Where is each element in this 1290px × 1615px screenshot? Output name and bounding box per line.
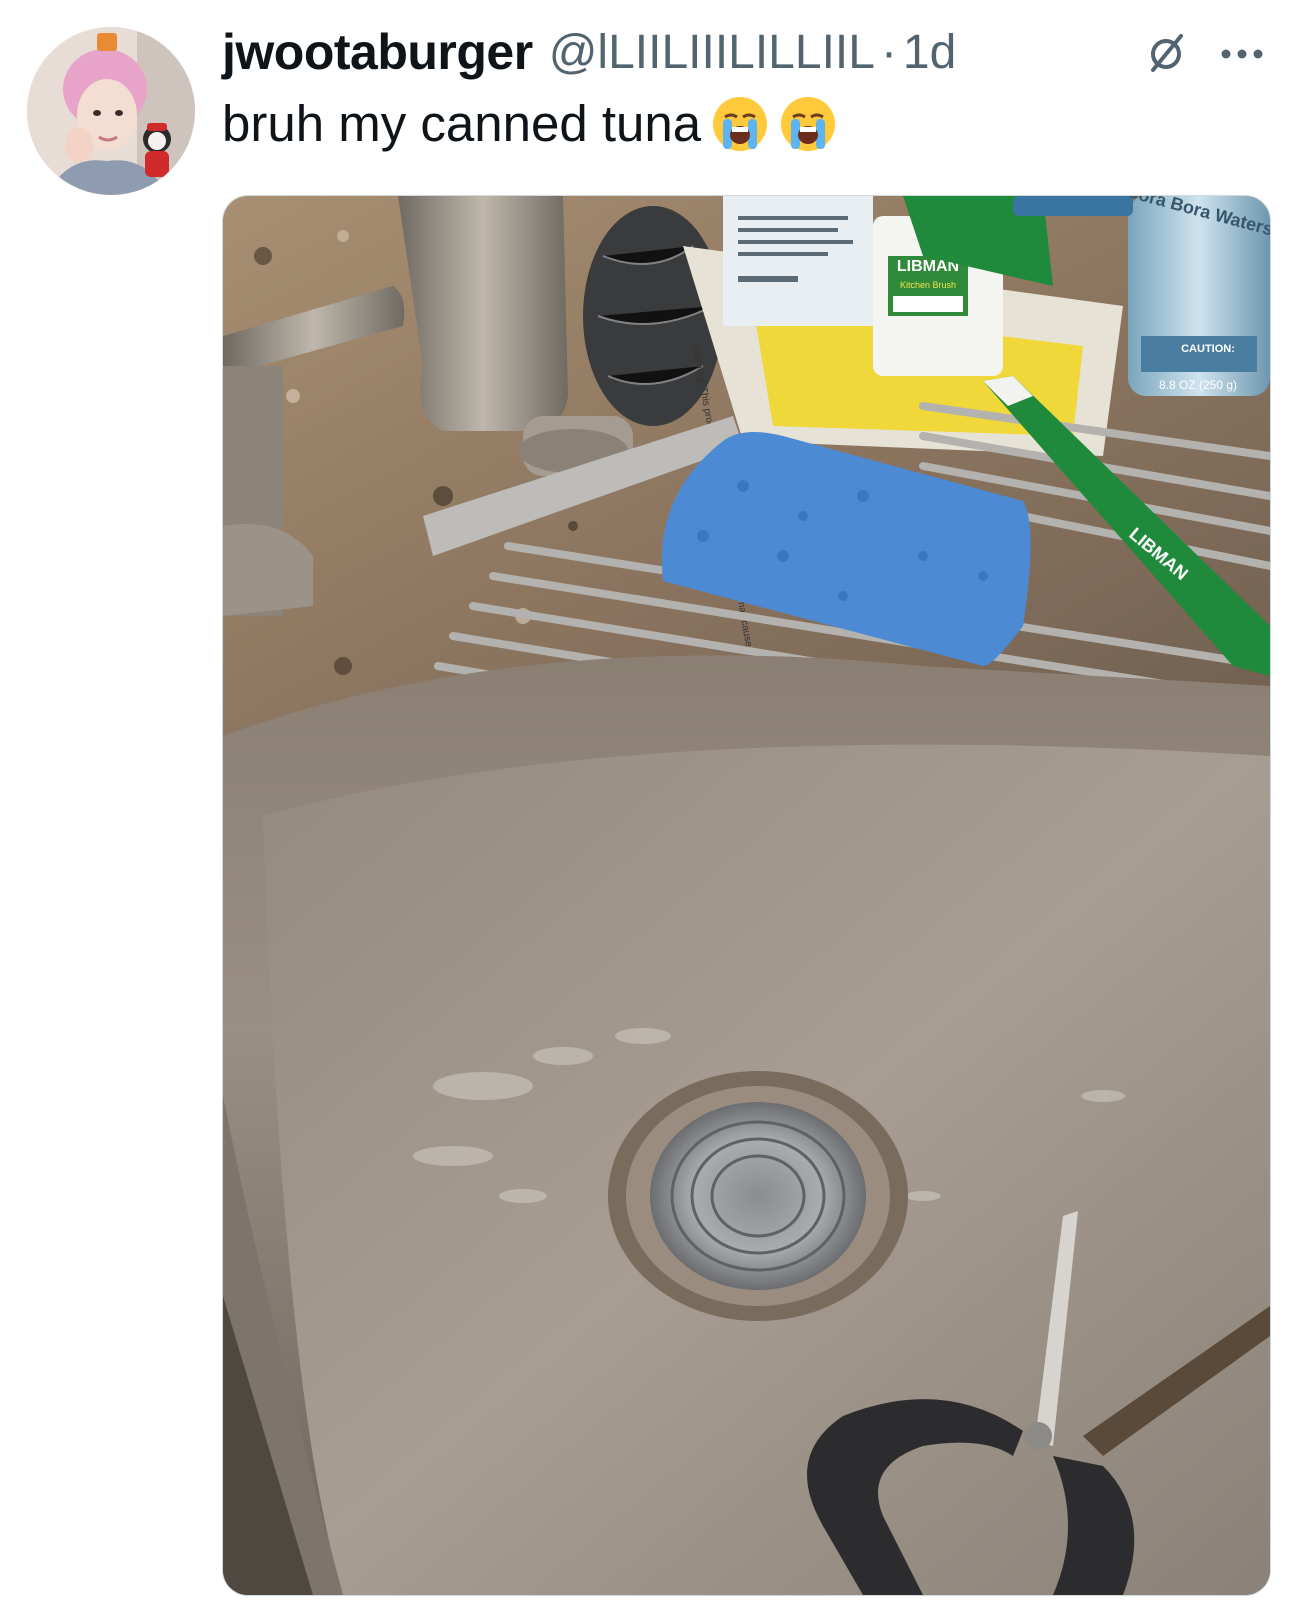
- avatar-image: [27, 27, 195, 195]
- bottle-size: 8.8 OZ (250 g): [1159, 378, 1237, 392]
- avatar[interactable]: [27, 27, 195, 195]
- more-options-icon[interactable]: [1218, 30, 1266, 76]
- sink-photo: Warning: This product contains natural r…: [223, 196, 1270, 1595]
- bottle-caution: CAUTION:: [1181, 343, 1235, 355]
- tweet-header: jwootaburger @lLIILIIILILLIIL · 1d: [222, 20, 956, 84]
- tweet-text-body: bruh my canned tuna: [222, 95, 702, 152]
- tweet-text: bruh my canned tuna: [222, 94, 837, 153]
- tweet-photo[interactable]: Warning: This product contains natural r…: [222, 195, 1271, 1596]
- loudly-crying-face-icon: [711, 95, 769, 153]
- separator-dot: ·: [880, 25, 897, 79]
- timestamp[interactable]: 1d: [903, 25, 956, 80]
- user-handle[interactable]: @lLIILIIILILLIIL: [549, 25, 875, 80]
- display-name[interactable]: jwootaburger: [222, 23, 533, 81]
- grok-icon[interactable]: [1143, 30, 1189, 76]
- loudly-crying-face-icon: [779, 95, 837, 153]
- libman-sub-label: Kitchen Brush: [900, 280, 956, 290]
- tweet: jwootaburger @lLIILIIILILLIIL · 1d bruh …: [0, 0, 1290, 1615]
